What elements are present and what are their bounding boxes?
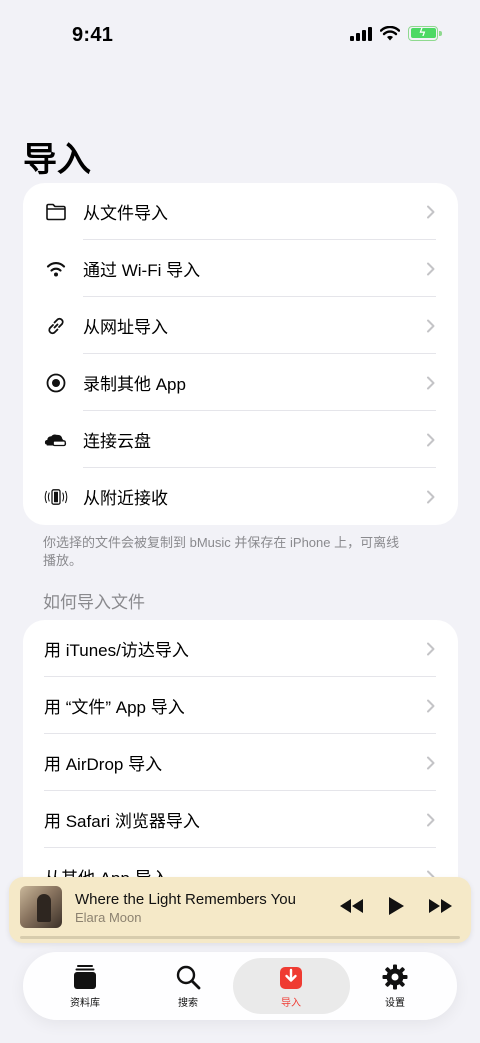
connect-cloud-drive-row[interactable]: 连接云盘: [23, 411, 458, 468]
track-title: Where the Light Remembers You: [75, 891, 296, 908]
album-artwork: [20, 886, 62, 928]
status-bar: 9:41 ϟ: [0, 0, 480, 70]
tab-bar: 资料库 搜索 导入 设置: [23, 952, 457, 1020]
search-icon: [176, 965, 201, 989]
chevron-right-icon: [427, 756, 435, 769]
row-label: 用 iTunes/访达导入: [44, 641, 189, 660]
chevron-right-icon: [427, 490, 435, 503]
row-label: 从附近接收: [83, 489, 168, 508]
how-to-airdrop-row[interactable]: 用 AirDrop 导入: [23, 734, 458, 791]
row-label: 用 Safari 浏览器导入: [44, 812, 200, 831]
battery-icon: ϟ: [408, 25, 442, 41]
import-from-files-row[interactable]: 从文件导入: [23, 183, 458, 240]
how-to-import-list: 用 iTunes/访达导入 用 “文件” App 导入 用 AirDrop 导入…: [23, 620, 458, 900]
track-artist: Elara Moon: [75, 910, 142, 925]
row-label: 连接云盘: [83, 432, 151, 451]
chevron-right-icon: [427, 376, 435, 389]
row-label: 用 “文件” App 导入: [44, 698, 185, 717]
row-label: 录制其他 App: [83, 375, 186, 394]
chevron-right-icon: [427, 813, 435, 826]
playback-controls: [339, 896, 453, 916]
mini-player[interactable]: Where the Light Remembers You Elara Moon: [9, 877, 471, 943]
play-icon[interactable]: [387, 896, 405, 916]
cellular-signal-icon: [350, 25, 372, 41]
import-from-url-row[interactable]: 从网址导入: [23, 297, 458, 354]
tab-label: 导入: [281, 997, 301, 1009]
tab-settings[interactable]: 设置: [343, 952, 447, 1020]
next-track-icon[interactable]: [427, 898, 453, 914]
row-label: 用 AirDrop 导入: [44, 755, 163, 774]
how-to-import-header: 如何导入文件: [43, 593, 145, 612]
record-icon: [44, 371, 68, 395]
receive-nearby-row[interactable]: 从附近接收: [23, 468, 458, 525]
how-to-files-app-row[interactable]: 用 “文件” App 导入: [23, 677, 458, 734]
wifi-icon: [44, 257, 68, 281]
nearby-phone-icon: [44, 485, 68, 509]
tab-import[interactable]: 导入: [239, 952, 343, 1020]
chevron-right-icon: [427, 319, 435, 332]
chevron-right-icon: [427, 642, 435, 655]
chevron-right-icon: [427, 262, 435, 275]
link-icon: [44, 314, 68, 338]
import-footnote: 你选择的文件会被复制到 bMusic 并保存在 iPhone 上，可离线播放。: [43, 535, 400, 568]
status-time: 9:41: [72, 24, 114, 46]
tab-label: 搜索: [178, 997, 198, 1009]
page-title: 导入: [23, 141, 91, 179]
cloud-drive-icon: [44, 428, 68, 452]
import-via-wifi-row[interactable]: 通过 Wi-Fi 导入: [23, 240, 458, 297]
chevron-right-icon: [427, 699, 435, 712]
tab-label: 设置: [385, 997, 405, 1009]
previous-track-icon[interactable]: [339, 898, 365, 914]
row-label: 通过 Wi-Fi 导入: [83, 261, 201, 280]
import-options-list: 从文件导入 通过 Wi-Fi 导入 从网址导入 录制其他 App 连接云盘 从附: [23, 183, 458, 525]
tab-library[interactable]: 资料库: [33, 952, 137, 1020]
chevron-right-icon: [427, 205, 435, 218]
chevron-right-icon: [427, 433, 435, 446]
record-other-app-row[interactable]: 录制其他 App: [23, 354, 458, 411]
tab-label: 资料库: [70, 997, 100, 1009]
tab-search[interactable]: 搜索: [136, 952, 240, 1020]
status-icons: ϟ: [350, 25, 442, 41]
wifi-status-icon: [380, 25, 400, 40]
how-to-itunes-finder-row[interactable]: 用 iTunes/访达导入: [23, 620, 458, 677]
folder-icon: [44, 200, 68, 224]
row-label: 从网址导入: [83, 318, 168, 337]
import-icon: [280, 966, 302, 989]
gear-icon: [382, 964, 408, 989]
how-to-safari-row[interactable]: 用 Safari 浏览器导入: [23, 791, 458, 848]
library-icon: [74, 964, 96, 989]
playback-progress-bar[interactable]: [20, 936, 460, 939]
row-label: 从文件导入: [83, 204, 168, 223]
